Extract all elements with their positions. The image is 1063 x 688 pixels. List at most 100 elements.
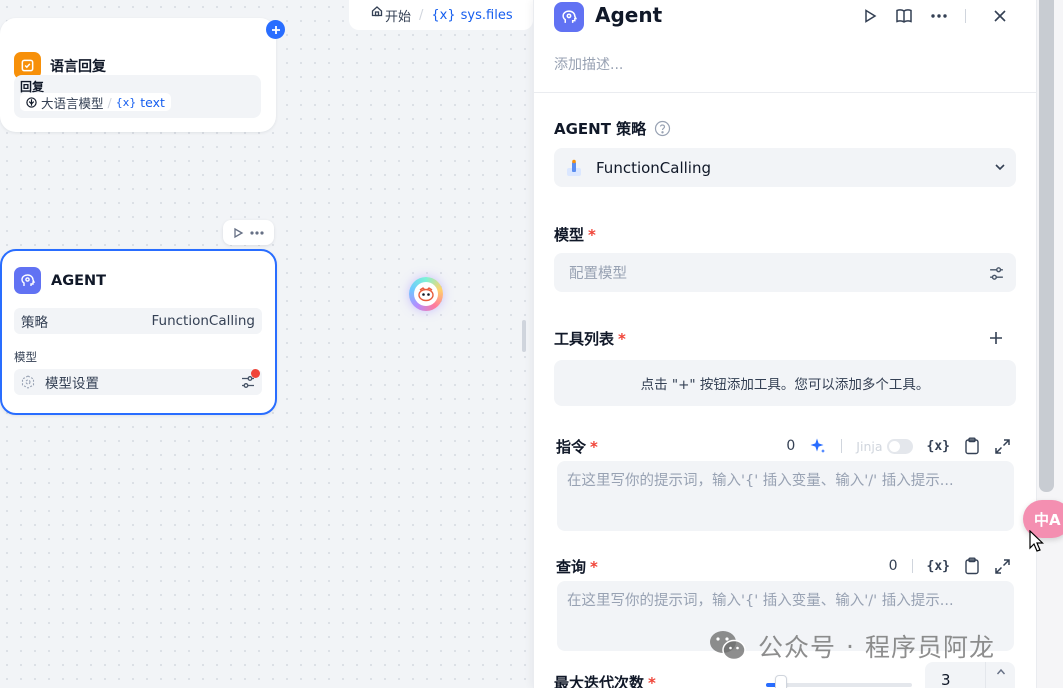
- required-marker: *: [590, 437, 598, 456]
- panel-resize-handle[interactable]: [522, 320, 526, 352]
- query-header: 查询 * 0 {x}: [556, 554, 1011, 578]
- panel-title[interactable]: Agent: [595, 3, 662, 27]
- strategy-value: FunctionCalling: [596, 158, 711, 177]
- start-variable-name: sys.files: [460, 7, 513, 23]
- more-button[interactable]: [928, 5, 950, 27]
- strategy-label: AGENT 策略: [554, 118, 671, 139]
- tools-label: 工具列表 *: [554, 328, 626, 349]
- plus-icon: [271, 25, 280, 34]
- model-label: 模型 *: [554, 224, 596, 245]
- play-icon: [865, 9, 877, 23]
- home-icon: [371, 6, 383, 17]
- start-node-label: 开始: [385, 9, 412, 25]
- agent-node-icon: [14, 267, 41, 294]
- expand-icon[interactable]: [994, 438, 1011, 455]
- agent-node[interactable]: AGENT 策略 FunctionCalling 模型 模型设置: [0, 249, 277, 415]
- expand-icon[interactable]: [994, 558, 1011, 575]
- required-marker: *: [648, 673, 656, 688]
- agent-strategy-value: FunctionCalling: [151, 313, 256, 329]
- assistant-avatar[interactable]: [409, 277, 443, 311]
- agent-node-toolbar: [223, 220, 274, 245]
- max-iterations-slider[interactable]: [766, 675, 912, 688]
- add-tool-button[interactable]: [985, 327, 1007, 349]
- book-icon: [896, 9, 912, 23]
- model-placeholder: 配置模型: [569, 266, 627, 282]
- strategy-label-text: AGENT 策略: [554, 120, 647, 138]
- watermark-dot: ·: [846, 631, 855, 661]
- panel-header: Agent: [554, 0, 1019, 32]
- chevron-down-icon: [995, 164, 1005, 171]
- slider-thumb[interactable]: [775, 675, 787, 688]
- play-icon[interactable]: [232, 227, 244, 239]
- max-iterations-label-text: 最大迭代次数: [554, 674, 645, 688]
- clipboard-icon[interactable]: [964, 437, 980, 455]
- strategy-select[interactable]: FunctionCalling: [554, 148, 1016, 187]
- instruction-tools: 0 Jinja {x}: [786, 434, 1011, 458]
- insert-variable-button[interactable]: {x}: [927, 559, 950, 574]
- reply-variable-chip[interactable]: 大语言模型 / {x} text: [20, 93, 171, 111]
- mouse-cursor-icon: [1029, 530, 1044, 552]
- required-marker: *: [618, 329, 626, 348]
- max-iterations-label: 最大迭代次数 *: [554, 672, 656, 688]
- model-label-text: 模型: [554, 226, 585, 244]
- description-input[interactable]: 添加描述...: [554, 54, 623, 74]
- tool-divider: [911, 559, 913, 573]
- instruction-char-count: 0: [786, 438, 796, 454]
- tools-empty-state: 点击 "+" 按钮添加工具。您可以添加多个工具。: [554, 360, 1016, 406]
- instruction-label-text: 指令: [556, 438, 587, 456]
- close-button[interactable]: [989, 5, 1011, 27]
- model-select[interactable]: 配置模型: [554, 253, 1016, 292]
- stepper-up-button[interactable]: [985, 662, 1015, 688]
- instruction-label: 指令 *: [556, 436, 598, 457]
- close-icon: [994, 10, 1006, 22]
- agent-strategy-label: 策略: [21, 315, 48, 331]
- more-icon: [931, 14, 947, 18]
- add-next-node-button[interactable]: [266, 20, 285, 39]
- tune-icon[interactable]: [988, 265, 1005, 282]
- reply-node[interactable]: 语言回复 回复 大语言模型 / {x} text: [0, 18, 276, 132]
- panel-divider: [534, 92, 1037, 93]
- scrollbar-thumb[interactable]: [1039, 0, 1054, 492]
- insert-variable-button[interactable]: {x}: [927, 439, 950, 454]
- query-label: 查询 *: [556, 556, 598, 577]
- agent-strategy-row[interactable]: 策略 FunctionCalling: [14, 308, 262, 334]
- chevron-up-icon: [996, 668, 1005, 675]
- agent-model-label: 模型: [14, 350, 37, 364]
- max-iterations-input[interactable]: 3: [925, 662, 1015, 688]
- model-placeholder-icon: [21, 375, 35, 389]
- query-tools: 0 {x}: [889, 554, 1011, 578]
- jinja-switch[interactable]: [886, 438, 913, 454]
- sparkle-icon[interactable]: [809, 437, 827, 455]
- strategy-icon: [567, 159, 581, 176]
- query-char-count: 0: [888, 558, 898, 574]
- agent-node-title: AGENT: [51, 272, 107, 289]
- more-icon[interactable]: [249, 230, 265, 236]
- run-button[interactable]: [859, 5, 881, 27]
- llm-icon: [26, 96, 37, 108]
- instruction-header: 指令 * 0 Jinja {x}: [556, 434, 1011, 458]
- required-marker: *: [590, 557, 598, 576]
- warning-dot: [251, 369, 260, 378]
- mascot-icon: [418, 287, 434, 302]
- clipboard-icon[interactable]: [964, 557, 980, 575]
- plus-icon: [990, 332, 1002, 344]
- variable-icon: {x}: [115, 95, 137, 109]
- assistant-avatar-inner: [414, 282, 438, 306]
- start-node-crumb[interactable]: 开始 / {x} sys.files: [349, 0, 533, 30]
- agent-model-row[interactable]: 模型设置: [14, 369, 262, 395]
- variable-icon: {x}: [431, 7, 456, 23]
- agent-config-panel: Agent 添加描述... AGENT 策略 FunctionCalling 模…: [533, 0, 1037, 688]
- help-icon[interactable]: [654, 120, 671, 137]
- reply-chip-separator: /: [107, 94, 112, 110]
- agent-model-value: 模型设置: [45, 376, 99, 392]
- header-divider: [965, 9, 966, 23]
- wechat-icon: [710, 631, 746, 661]
- jinja-toggle[interactable]: Jinja: [856, 438, 913, 454]
- reply-field[interactable]: 回复 大语言模型 / {x} text: [14, 75, 261, 118]
- required-marker: *: [588, 225, 596, 244]
- agent-icon: [554, 2, 584, 32]
- reply-source-node: 大语言模型: [41, 95, 104, 111]
- docs-button[interactable]: [893, 5, 915, 27]
- instruction-editor[interactable]: 在这里写你的提示词，输入'{' 插入变量、输入'/' 插入提示...: [557, 461, 1014, 531]
- reply-variable-name: text: [140, 94, 165, 110]
